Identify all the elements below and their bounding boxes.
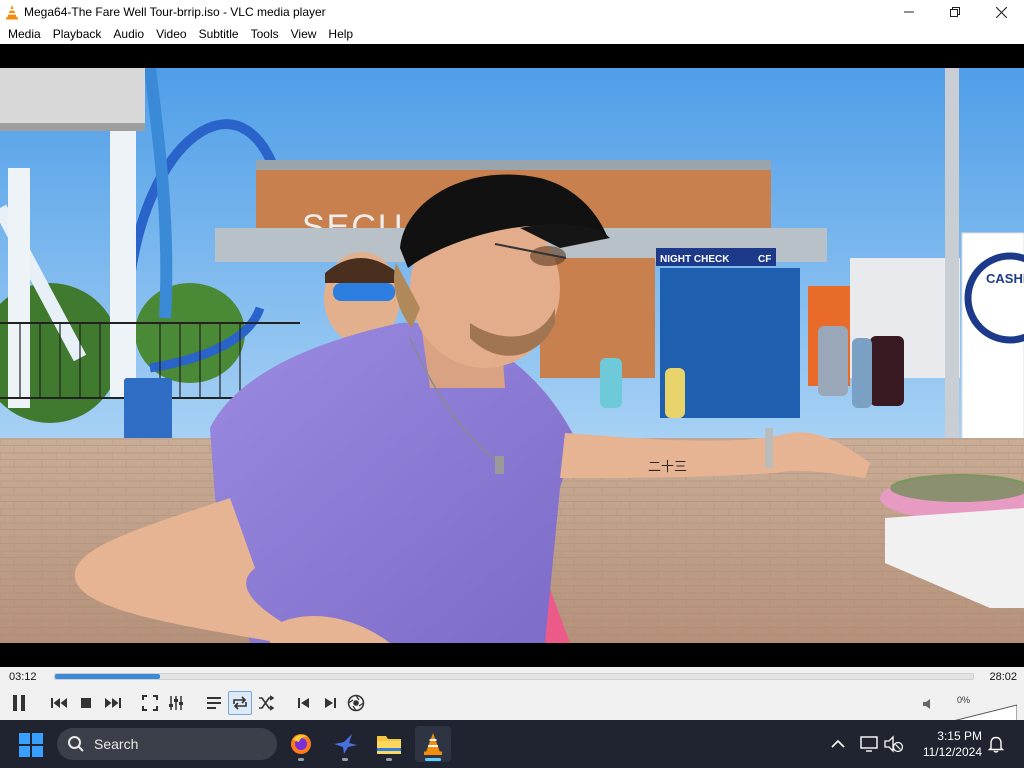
chevron-up-icon[interactable] [828,734,848,754]
pause-icon [13,695,25,711]
clock-time: 3:15 PM [937,729,982,743]
restore-icon [950,7,960,17]
bird-app-icon [334,734,357,754]
next-button[interactable] [100,691,124,715]
fullscreen-icon [142,695,158,711]
menu-tools[interactable]: Tools [245,24,285,44]
skip-back-icon [298,698,309,708]
video-frame-image: SECU NIGHT CHECK CF CASHLES [0,68,1024,643]
menu-playback[interactable]: Playback [47,24,108,44]
taskbar-file-explorer[interactable] [371,726,407,762]
playlist-icon [207,697,221,709]
vlc-cone-icon [424,733,442,755]
skip-forward-icon [325,698,336,708]
menu-help[interactable]: Help [322,24,359,44]
taskbar: Search 3:15 PM 11/12/2024 [0,720,1024,768]
svg-text:CASHLES: CASHLES [986,271,1024,286]
menu-subtitle[interactable]: Subtitle [193,24,245,44]
close-icon [995,6,1007,18]
seek-row: 03:12 28:02 [0,667,1024,687]
close-button[interactable] [978,0,1024,24]
total-time[interactable]: 28:02 [989,671,1017,683]
network-muted-icon[interactable] [884,734,904,754]
menu-video[interactable]: Video [150,24,192,44]
next-chapter-icon [105,698,121,708]
pause-button[interactable] [5,689,33,717]
seek-bar-progress [55,674,160,679]
controls-toolbar: 0% [0,687,1024,724]
taskbar-vlc[interactable] [415,726,451,762]
previous-frame-button[interactable] [292,691,316,715]
search-label: Search [94,736,139,752]
taskbar-firefox[interactable] [283,726,319,762]
loop-icon [233,696,247,710]
seek-bar[interactable] [54,673,974,680]
elapsed-time: 03:12 [9,671,37,683]
previous-button[interactable] [48,691,72,715]
svg-text:二十三: 二十三 [648,460,687,475]
search-icon [68,736,84,752]
maximize-button[interactable] [932,0,978,24]
taskbar-search[interactable]: Search [57,728,277,760]
menu-audio[interactable]: Audio [107,24,150,44]
clock-date: 11/12/2024 [922,745,982,759]
menu-view[interactable]: View [285,24,323,44]
extended-settings-button[interactable] [164,691,188,715]
notification-bell-icon[interactable] [986,734,1006,754]
menu-bar: Media Playback Audio Video Subtitle Tool… [0,24,1024,44]
windows-start-button[interactable] [18,732,44,758]
window-title: Mega64-The Fare Well Tour-brrip.iso - VL… [24,5,326,19]
shuffle-button[interactable] [254,691,278,715]
video-frame[interactable]: SECU NIGHT CHECK CF CASHLES [0,68,1024,643]
minimize-button[interactable] [886,0,932,24]
svg-text:NIGHT CHECK: NIGHT CHECK [660,254,730,265]
stop-button[interactable] [74,691,98,715]
loop-button[interactable] [228,691,252,715]
taskbar-bird-app[interactable] [327,726,363,762]
stop-icon [81,698,91,708]
video-area[interactable]: SECU NIGHT CHECK CF CASHLES [0,44,1024,667]
title-bar[interactable]: Mega64-The Fare Well Tour-brrip.iso - VL… [0,0,1024,24]
menu-media[interactable]: Media [2,24,47,44]
firefox-icon [291,734,311,754]
shuffle-icon [259,695,274,711]
sliders-icon [169,696,183,710]
windows-logo-icon [19,733,43,757]
speaker-muted-icon[interactable] [922,697,934,715]
minimize-icon [904,11,914,13]
vlc-cone-icon [0,0,24,24]
next-frame-button[interactable] [318,691,342,715]
previous-chapter-icon [51,698,67,708]
file-explorer-icon [377,736,401,754]
screenshot-button[interactable] [344,691,368,715]
playlist-button[interactable] [202,691,226,715]
system-clock[interactable]: 3:15 PM 11/12/2024 [912,728,982,760]
svg-text:CF: CF [758,254,771,265]
camera-icon [347,694,365,712]
fullscreen-button[interactable] [138,691,162,715]
display-icon[interactable] [859,734,879,754]
